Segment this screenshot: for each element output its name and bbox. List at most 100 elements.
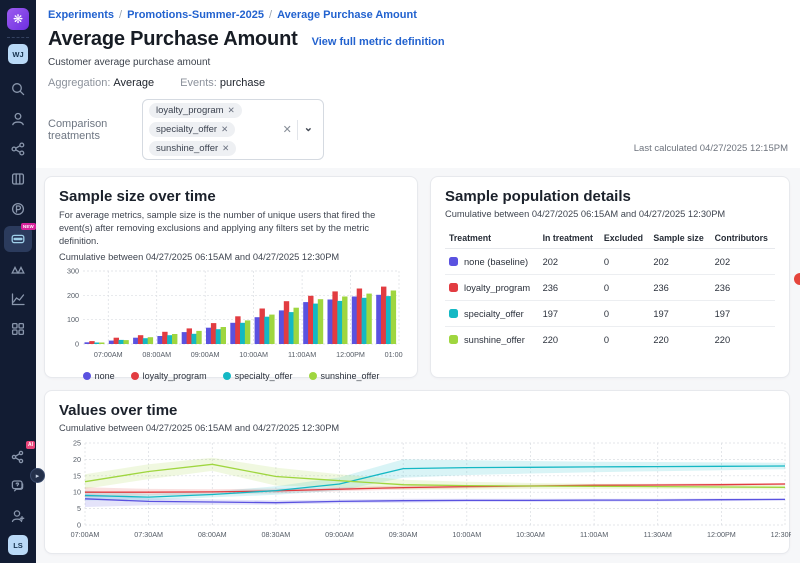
- population-cumulative: Cumulative between 04/27/2025 06:15AM an…: [445, 209, 775, 219]
- events-value: purchase: [220, 77, 265, 89]
- svg-text:11:00AM: 11:00AM: [288, 350, 316, 359]
- treatment-swatch: [449, 335, 458, 344]
- remove-chip-icon[interactable]: ✕: [228, 105, 235, 116]
- feature-gates-icon[interactable]: [4, 136, 32, 162]
- clear-all-icon[interactable]: ✕: [278, 123, 297, 136]
- help-chat-icon[interactable]: [4, 473, 32, 499]
- page-header: Experiments / Promotions-Summer-2025 / A…: [36, 0, 800, 168]
- content-area: Sample size over time For average metric…: [36, 168, 800, 563]
- treatment-chip[interactable]: sunshine_offer✕: [149, 141, 236, 156]
- svg-text:09:00AM: 09:00AM: [191, 350, 220, 359]
- svg-text:01:00PM: 01:00PM: [385, 350, 403, 359]
- last-calculated-text: Last calculated 04/27/2025 12:15PM: [634, 143, 788, 154]
- col-contributors[interactable]: Contributors: [711, 228, 775, 249]
- values-cumulative: Cumulative between 04/27/2025 06:15AM an…: [59, 423, 775, 433]
- svg-text:10:00AM: 10:00AM: [239, 350, 268, 359]
- breadcrumb-experiments[interactable]: Experiments: [48, 9, 114, 21]
- chevron-down-icon[interactable]: ⌄: [298, 121, 317, 138]
- svg-text:11:30AM: 11:30AM: [644, 530, 672, 539]
- dashboards-grid-icon[interactable]: [4, 316, 32, 342]
- svg-text:11:00AM: 11:00AM: [580, 530, 608, 539]
- remove-chip-icon[interactable]: ✕: [222, 143, 229, 154]
- svg-text:09:30AM: 09:30AM: [389, 530, 418, 539]
- comparison-treatments-select[interactable]: loyalty_program✕ specialty_offer✕ sunshi…: [142, 99, 324, 160]
- legend-dot: [309, 372, 317, 380]
- svg-text:12:00PM: 12:00PM: [336, 350, 365, 359]
- col-sample-size[interactable]: Sample size: [649, 228, 710, 249]
- comparison-treatments-label: Comparison treatments: [48, 118, 134, 142]
- metrics-catalog-icon[interactable]: [4, 256, 32, 282]
- sidebar-collapse-handle[interactable]: ▸: [30, 468, 45, 483]
- population-title: Sample population details: [445, 188, 775, 205]
- analytics-chart-icon[interactable]: [4, 286, 32, 312]
- legend-dot: [131, 372, 139, 380]
- svg-text:15: 15: [73, 471, 81, 480]
- svg-text:10:00AM: 10:00AM: [452, 530, 481, 539]
- svg-text:07:30AM: 07:30AM: [134, 530, 163, 539]
- legend-item[interactable]: loyalty_program: [131, 371, 207, 381]
- feedback-handle[interactable]: [794, 273, 800, 285]
- legend-dot: [223, 372, 231, 380]
- ai-assist-icon[interactable]: AI: [4, 443, 32, 469]
- treatment-chip[interactable]: specialty_offer✕: [149, 122, 235, 137]
- svg-text:09:00AM: 09:00AM: [325, 530, 354, 539]
- legend-item[interactable]: sunshine_offer: [309, 371, 380, 381]
- col-in-treatment[interactable]: In treatment: [539, 228, 600, 249]
- population-card: Sample population details Cumulative bet…: [430, 176, 790, 378]
- table-row: sunshine_offer 220 0 220 220: [445, 327, 775, 353]
- svg-text:07:00AM: 07:00AM: [94, 350, 123, 359]
- svg-text:10:30AM: 10:30AM: [516, 530, 545, 539]
- sample-size-description: For average metrics, sample size is the …: [59, 209, 403, 248]
- statsig-logo-icon[interactable]: ❋: [7, 8, 29, 30]
- metric-subtitle: Customer average purchase amount: [48, 57, 786, 68]
- breadcrumb-experiment-name[interactable]: Promotions-Summer-2025: [127, 9, 264, 21]
- svg-text:08:00AM: 08:00AM: [142, 350, 171, 359]
- pulse-icon[interactable]: [4, 196, 32, 222]
- experiments-columns-icon[interactable]: [4, 166, 32, 192]
- svg-text:300: 300: [67, 267, 79, 276]
- svg-text:0: 0: [77, 521, 81, 530]
- metric-drilldown-icon-selected[interactable]: NEW: [4, 226, 32, 252]
- sample-size-bar-chart[interactable]: 010020030007:00AM08:00AM09:00AM10:00AM11…: [59, 266, 403, 364]
- col-excluded[interactable]: Excluded: [600, 228, 649, 249]
- breadcrumb-separator: /: [119, 9, 122, 21]
- treatment-chip[interactable]: loyalty_program✕: [149, 103, 242, 118]
- remove-chip-icon[interactable]: ✕: [221, 124, 228, 135]
- breadcrumb-metric-name[interactable]: Average Purchase Amount: [277, 9, 417, 21]
- breadcrumb-separator: /: [269, 9, 272, 21]
- workspace-avatar[interactable]: WJ: [8, 44, 28, 64]
- col-treatment[interactable]: Treatment: [445, 228, 539, 249]
- page-title: Average Purchase Amount: [48, 28, 298, 51]
- table-row: none (baseline) 202 0 202 202: [445, 249, 775, 275]
- view-metric-definition-link[interactable]: View full metric definition: [312, 36, 445, 48]
- sample-size-card: Sample size over time For average metric…: [44, 176, 418, 378]
- svg-text:200: 200: [67, 291, 79, 300]
- svg-text:08:30AM: 08:30AM: [262, 530, 291, 539]
- events-label: Events:: [180, 77, 217, 89]
- chart-legend: none loyalty_program specialty_offer sunshi…: [59, 371, 403, 381]
- treatment-swatch: [449, 283, 458, 292]
- population-table: Treatment In treatment Excluded Sample s…: [445, 228, 775, 352]
- svg-text:12:00PM: 12:00PM: [707, 530, 736, 539]
- treatment-swatch: [449, 309, 458, 318]
- sample-size-title: Sample size over time: [59, 188, 403, 205]
- users-icon[interactable]: [4, 106, 32, 132]
- values-line-chart[interactable]: 051015202507:00AM07:30AM08:00AM08:30AM09…: [59, 439, 791, 543]
- legend-item[interactable]: specialty_offer: [223, 371, 293, 381]
- svg-text:12:30PM: 12:30PM: [771, 530, 791, 539]
- treatment-swatch: [449, 257, 458, 266]
- svg-text:0: 0: [75, 340, 79, 349]
- search-icon[interactable]: [4, 76, 32, 102]
- values-over-time-card: Values over time Cumulative between 04/2…: [44, 390, 790, 554]
- table-row: specialty_offer 197 0 197 197: [445, 301, 775, 327]
- invite-user-icon[interactable]: [4, 503, 32, 529]
- aggregation-label: Aggregation:: [48, 77, 110, 89]
- legend-item[interactable]: none: [83, 371, 115, 381]
- legend-dot: [83, 372, 91, 380]
- user-avatar[interactable]: LS: [8, 535, 28, 555]
- table-row: loyalty_program 236 0 236 236: [445, 275, 775, 301]
- new-badge: NEW: [21, 223, 36, 230]
- aggregation-value: Average: [113, 77, 154, 89]
- values-title: Values over time: [59, 402, 775, 419]
- svg-text:10: 10: [73, 488, 81, 497]
